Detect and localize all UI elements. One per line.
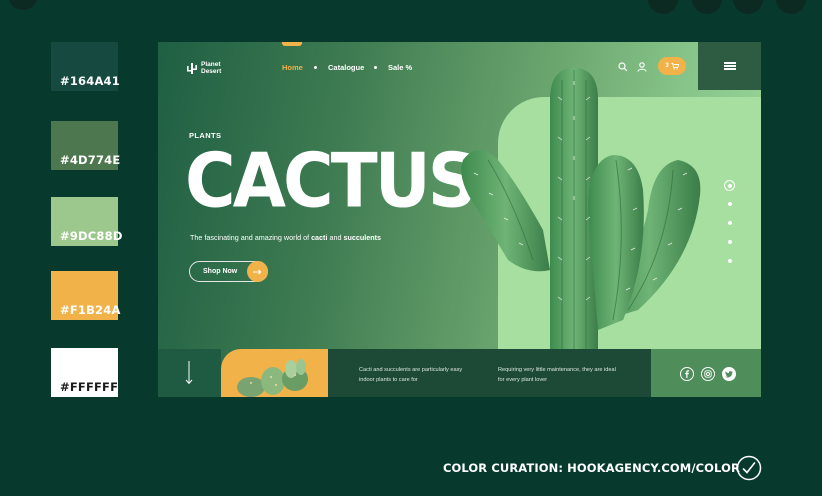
slide-dot[interactable] bbox=[727, 259, 732, 263]
top-left-control[interactable] bbox=[8, 0, 38, 10]
top-control-1[interactable] bbox=[648, 0, 678, 14]
scroll-panel bbox=[158, 349, 221, 397]
swatch-label: #164A41 bbox=[60, 74, 120, 88]
color-swatch-3: #9DC88D bbox=[51, 197, 122, 246]
bottom-bar: Cacti and succulents are particularly ea… bbox=[158, 349, 761, 397]
swatch-label: #FFFFFF bbox=[60, 380, 119, 394]
nav-separator bbox=[314, 66, 317, 69]
swatch-label: #F1B24A bbox=[60, 303, 121, 317]
slide-dot[interactable] bbox=[727, 240, 732, 244]
slide-dot-active[interactable] bbox=[724, 180, 735, 191]
shop-now-label: Shop Now bbox=[203, 268, 238, 275]
check-circle-icon bbox=[736, 455, 762, 481]
hero-title: CACTUS bbox=[185, 138, 477, 225]
tagline-and: and bbox=[327, 233, 344, 242]
top-control-3[interactable] bbox=[733, 0, 763, 14]
succulent-illustration bbox=[237, 359, 308, 397]
slide-dot[interactable] bbox=[727, 221, 732, 225]
cactus-illustration bbox=[461, 68, 701, 360]
logo-line2: Desert bbox=[201, 68, 222, 75]
menu-icon[interactable] bbox=[724, 62, 736, 70]
website-mockup: Planet Desert Home Catalogue Sale % 3 PL… bbox=[158, 42, 761, 397]
info-text-2: Requiring very little maintenance, they … bbox=[498, 367, 616, 383]
tagline-bold-cacti: cacti bbox=[311, 233, 328, 242]
color-swatch-2: #4D774E bbox=[51, 121, 121, 170]
arrow-right-icon bbox=[247, 261, 268, 282]
shop-now-button[interactable]: Shop Now bbox=[189, 261, 268, 282]
top-control-4[interactable] bbox=[776, 0, 806, 14]
tagline-bold-succulents: succulents bbox=[343, 233, 382, 242]
logo-line1: Planet bbox=[201, 61, 221, 68]
nav-catalogue[interactable]: Catalogue bbox=[328, 63, 364, 72]
info-panel: Cacti and succulents are particularly ea… bbox=[328, 349, 651, 397]
tagline-text: The fascinating and amazing world of bbox=[190, 233, 312, 242]
top-control-2[interactable] bbox=[692, 0, 722, 14]
slider-pagination bbox=[724, 180, 736, 278]
nav-home[interactable]: Home bbox=[282, 63, 303, 72]
active-nav-indicator bbox=[282, 42, 302, 46]
twitter-icon[interactable] bbox=[722, 367, 736, 381]
swatch-label: #4D774E bbox=[60, 153, 121, 167]
facebook-icon[interactable] bbox=[680, 367, 694, 381]
nav-sale[interactable]: Sale % bbox=[388, 63, 412, 72]
info-text-1: Cacti and succulents are particularly ea… bbox=[359, 367, 463, 383]
nav-separator bbox=[374, 66, 377, 69]
color-curation-credit[interactable]: COLOR CURATION: HOOKAGENCY.COM/COLOR bbox=[443, 461, 740, 475]
succulent-image-card[interactable] bbox=[221, 349, 328, 397]
slide-dot[interactable] bbox=[727, 202, 732, 206]
arrow-down-icon[interactable] bbox=[185, 361, 193, 385]
hero-tagline: The fascinating and amazing world of cac… bbox=[190, 233, 381, 242]
cactus-logo-icon bbox=[187, 63, 197, 74]
color-swatch-5: #FFFFFF bbox=[51, 348, 118, 397]
color-swatch-1: #164A41 bbox=[51, 42, 120, 91]
color-swatch-4: #F1B24A bbox=[51, 271, 121, 320]
swatch-label: #9DC88D bbox=[60, 229, 123, 243]
social-panel bbox=[651, 349, 761, 397]
instagram-icon[interactable] bbox=[701, 367, 715, 381]
brand-logo[interactable]: Planet Desert bbox=[201, 61, 221, 75]
